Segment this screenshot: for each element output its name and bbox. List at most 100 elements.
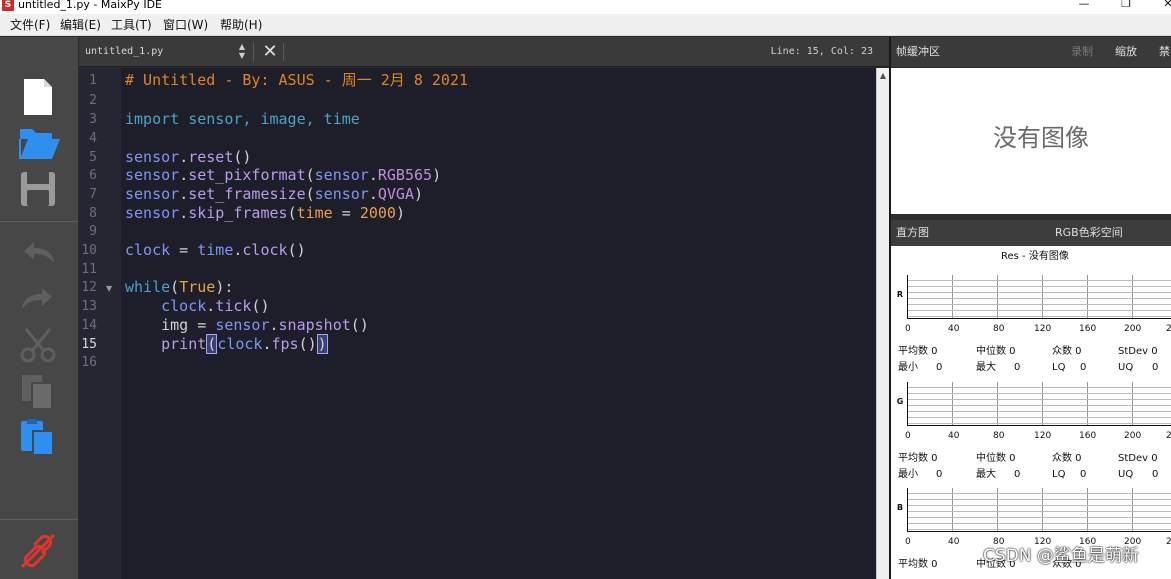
x-tick: 160 <box>1079 431 1097 441</box>
histogram-chart-g <box>907 382 1171 426</box>
code-function: skip_frames <box>188 204 288 222</box>
stat-mean: 平均数 0 <box>898 453 938 464</box>
undo-icon <box>24 242 54 263</box>
x-tick: 120 <box>1034 324 1052 334</box>
menu-file[interactable]: 文件(F) <box>10 14 50 36</box>
stat-mode: 众数 0 <box>1052 453 1082 464</box>
cut-button[interactable] <box>0 319 78 365</box>
line-number: 9 <box>89 224 97 239</box>
code-line-7: sensor.set_framesize(sensor.QVGA) <box>125 185 424 203</box>
save-button[interactable] <box>0 163 78 209</box>
save-icon <box>21 172 55 206</box>
code-line-3: import sensor, image, time <box>125 110 360 129</box>
code-operator: = <box>170 241 198 259</box>
line-number: 3 <box>89 112 97 127</box>
editor-tab-bar: untitled_1.py ▲ ▼ ✕ Line: 15, Col: 23 <box>79 37 889 67</box>
line-number: 4 <box>89 131 97 146</box>
code-keyword: while <box>125 278 171 296</box>
stat-lq: 0 <box>1080 362 1087 373</box>
stat-lq: 0 <box>1080 469 1087 480</box>
code-identifier: sensor <box>314 166 369 184</box>
copy-button[interactable] <box>0 365 78 411</box>
histogram-grid <box>908 382 1171 425</box>
code-args: () <box>298 335 317 353</box>
code-line-13: clock.tick() <box>125 297 269 316</box>
x-tick: 0 <box>905 537 911 547</box>
no-image-placeholder: 没有图像 <box>993 124 1089 152</box>
close-file-icon[interactable]: ✕ <box>259 41 281 63</box>
line-number: 16 <box>81 355 97 370</box>
close-window-button[interactable]: ✕ <box>1158 0 1171 13</box>
matched-bracket: ( <box>206 334 218 354</box>
x-tick: 200 <box>1124 324 1142 334</box>
menu-window[interactable]: 窗口(W) <box>163 14 208 36</box>
stat-mean: 平均数 0 <box>898 346 938 357</box>
menu-tools[interactable]: 工具(T) <box>111 14 152 36</box>
zoom-button[interactable]: 缩放 <box>1115 37 1137 67</box>
cut-icon <box>20 328 56 363</box>
x-tick: 80 <box>993 431 1005 441</box>
open-file-button[interactable] <box>0 117 78 163</box>
file-switch-arrows-icon[interactable]: ▲ ▼ <box>236 42 248 62</box>
new-file-button[interactable] <box>0 71 78 117</box>
disable-button[interactable]: 禁 <box>1159 37 1170 67</box>
scroll-up-icon[interactable]: ▲ <box>877 70 889 82</box>
histogram-chart-b <box>907 488 1171 532</box>
code-identifier: sensor <box>125 166 180 184</box>
code-keyword-arg: time <box>296 204 333 222</box>
window-title-bar: S untitled_1.py - MaixPy IDE — ❐ ✕ <box>0 0 1171 14</box>
tab-separator <box>283 43 284 61</box>
stat-min: 0 <box>936 362 943 373</box>
line-number: 6 <box>89 168 97 183</box>
x-tick: 200 <box>1124 431 1142 441</box>
stat-max-label: 最大 <box>976 469 996 480</box>
code-operator: = <box>188 316 216 334</box>
tab-separator <box>253 43 254 61</box>
editor-scrollbar[interactable]: ▲ <box>876 68 889 579</box>
redo-button[interactable] <box>0 273 78 319</box>
code-line-14: img = sensor.snapshot() <box>125 316 369 335</box>
x-tick: 2 <box>1166 431 1171 441</box>
connect-button[interactable] <box>0 525 78 571</box>
code-identifier: sensor <box>125 204 180 222</box>
menu-bar: 文件(F) 编辑(E) 工具(T) 窗口(W) 帮助(H) <box>0 14 1171 36</box>
code-function: fps <box>271 335 299 353</box>
fold-arrow-icon[interactable]: ▼ <box>106 285 112 293</box>
code-line-15: print(clock.fps()) <box>125 334 328 354</box>
code-line-6: sensor.set_pixformat(sensor.RGB565) <box>125 166 442 184</box>
minimize-button[interactable]: — <box>1074 0 1094 13</box>
code-editor[interactable]: # Untitled - By: ASUS - 周一 2月 8 2021 imp… <box>121 68 876 579</box>
stat-uq: 0 <box>1152 469 1159 480</box>
code-keyword: import <box>125 110 180 128</box>
maximize-button[interactable]: ❐ <box>1116 0 1136 13</box>
code-line-8: sensor.skip_frames(time = 2000) <box>125 204 405 222</box>
new-file-icon <box>24 79 52 115</box>
color-space-select[interactable]: RGB色彩空间 <box>1055 220 1123 246</box>
code-identifier: sensor <box>314 185 369 203</box>
undo-button[interactable] <box>0 227 78 273</box>
file-tab[interactable]: untitled_1.py <box>85 37 163 67</box>
menu-help[interactable]: 帮助(H) <box>220 14 262 36</box>
code-function: snapshot <box>278 316 351 334</box>
copy-icon <box>22 375 53 410</box>
stat-uq-label: UQ <box>1118 469 1134 480</box>
paste-button[interactable] <box>0 411 78 457</box>
redo-icon <box>22 288 52 309</box>
code-attribute: RGB565 <box>377 166 433 184</box>
stat-max: 0 <box>1014 362 1021 373</box>
x-tick: 160 <box>1079 324 1097 334</box>
x-tick: 2 <box>1166 537 1171 547</box>
line-number: 7 <box>89 187 97 202</box>
record-button[interactable]: 录制 <box>1071 37 1093 67</box>
stat-stdev: StDev 0 <box>1118 346 1158 357</box>
menu-edit[interactable]: 编辑(E) <box>60 14 101 36</box>
code-args: () <box>287 241 306 259</box>
framebuffer-title: 帧缓冲区 <box>896 45 940 58</box>
code-identifier: sensor <box>215 316 270 334</box>
code-number: 2000 <box>359 204 396 222</box>
stat-max-label: 最大 <box>976 362 996 373</box>
code-function: print <box>161 335 207 353</box>
code-identifier: time <box>197 241 234 259</box>
x-tick: 0 <box>905 431 911 441</box>
